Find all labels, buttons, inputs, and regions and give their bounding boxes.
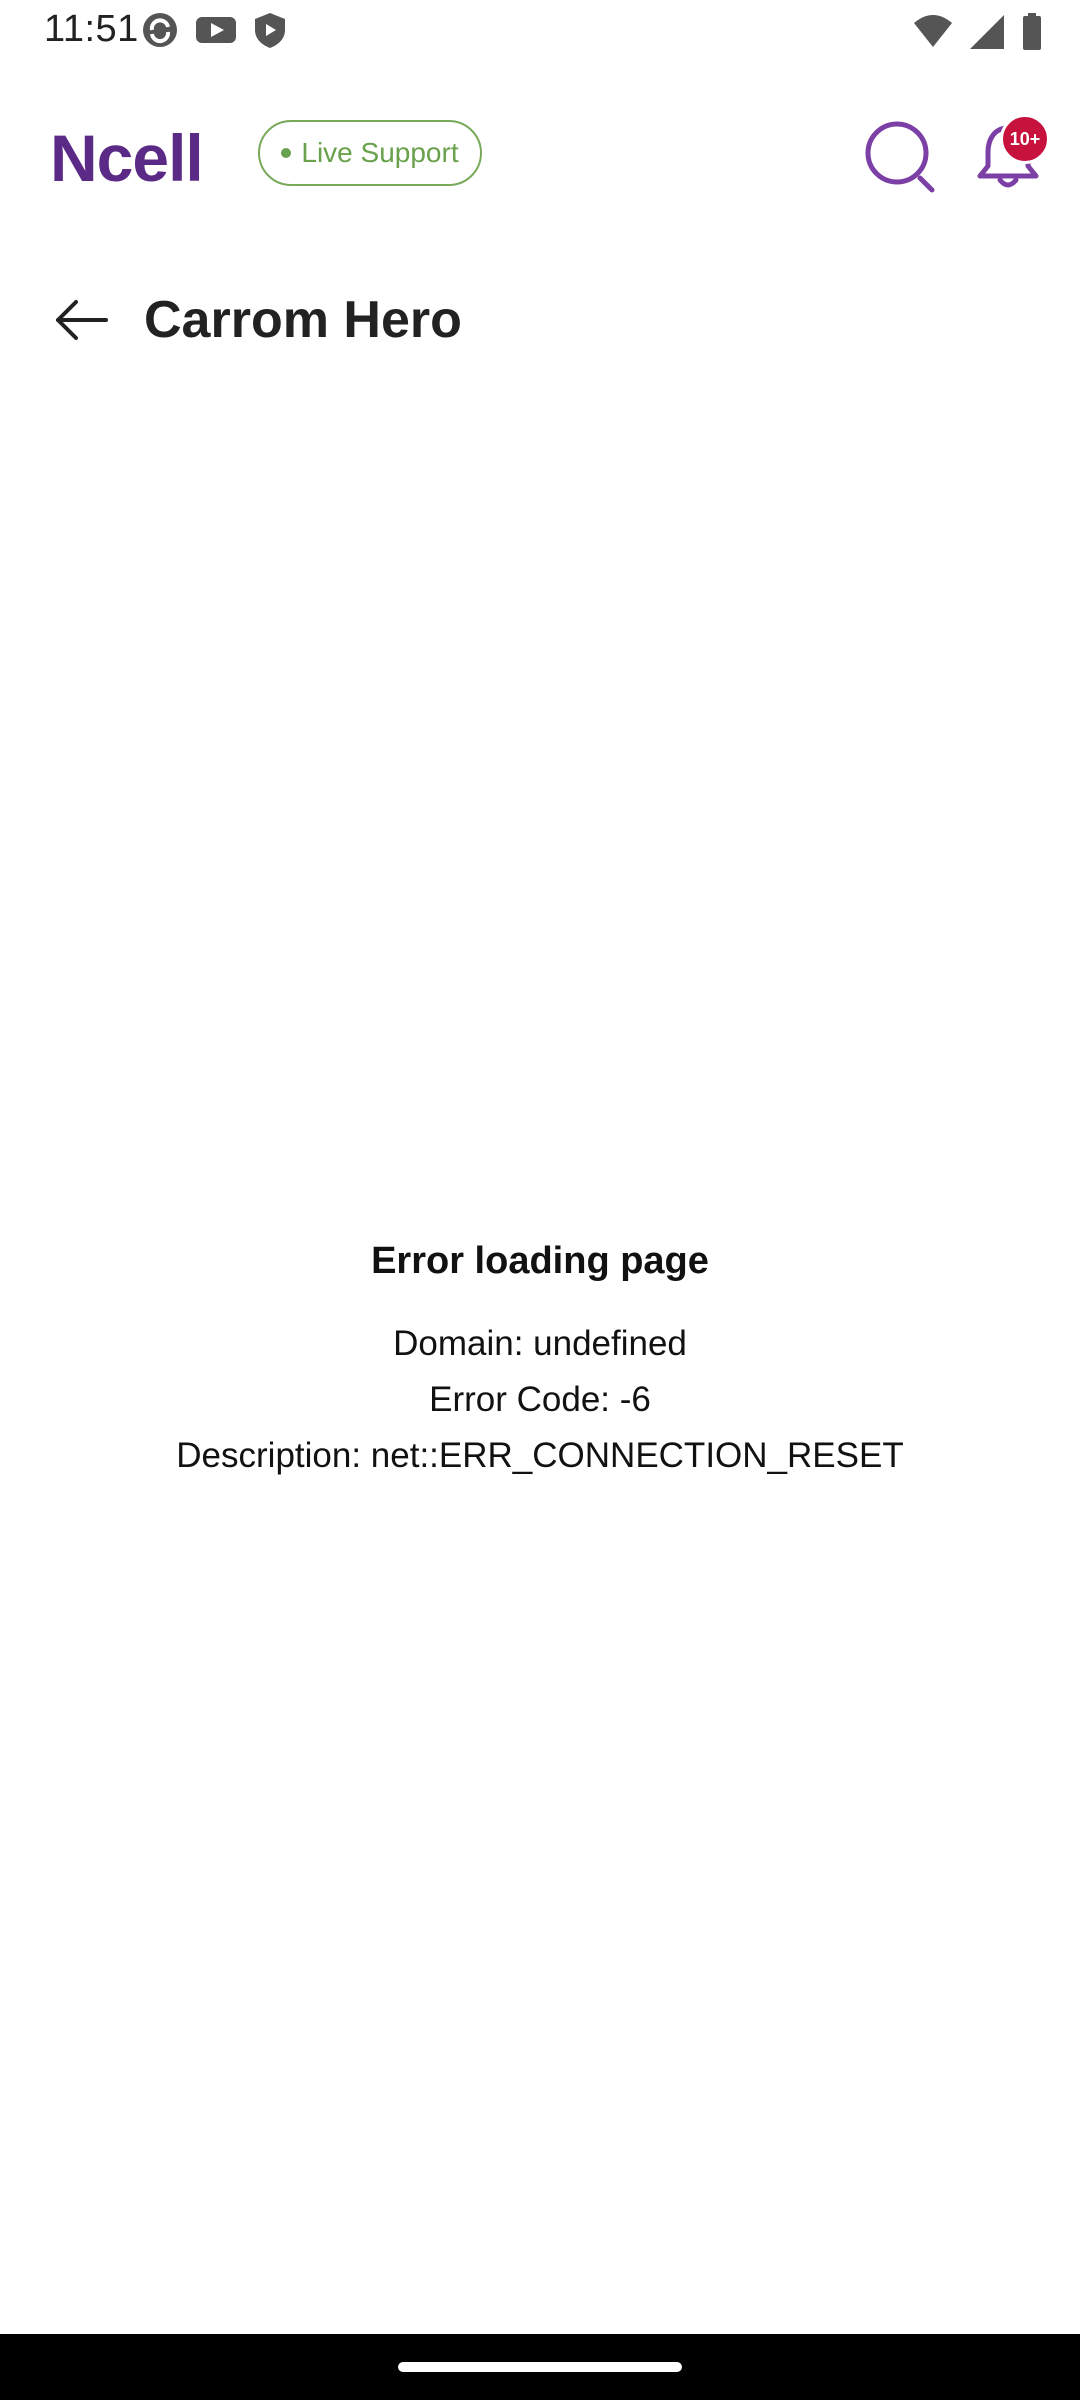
error-domain: Domain: undefined: [393, 1324, 687, 1363]
live-support-button[interactable]: Live Support: [258, 120, 482, 186]
search-icon: [865, 121, 935, 193]
error-message: Error loading page Domain: undefined Err…: [0, 1240, 1080, 1491]
app-header: Ncell Live Support: [0, 100, 1080, 210]
status-icons-left: [140, 10, 288, 55]
status-bar: 11:51: [0, 0, 1080, 62]
sync-icon: [140, 10, 180, 55]
live-indicator-dot: [281, 148, 292, 158]
title-row: Carrom Hero: [0, 270, 1080, 370]
home-indicator[interactable]: [398, 2362, 682, 2372]
back-button[interactable]: [50, 288, 114, 352]
page-title: Carrom Hero: [144, 291, 462, 349]
navigation-bar: [0, 2334, 1080, 2400]
status-time: 11:51: [44, 8, 139, 50]
arrow-left-icon: [56, 300, 108, 340]
error-code: Error Code: -6: [429, 1380, 651, 1419]
battery-icon: [1020, 12, 1044, 57]
error-description: Description: net::ERR_CONNECTION_RESET: [176, 1436, 904, 1475]
status-icons-right: [912, 12, 1044, 57]
notification-badge: 10+: [1000, 114, 1050, 164]
error-title: Error loading page: [371, 1240, 709, 1282]
live-support-label: Live Support: [301, 137, 459, 168]
youtube-icon: [194, 10, 238, 55]
signal-icon: [968, 13, 1006, 56]
search-button[interactable]: [860, 116, 940, 196]
shield-icon: [252, 10, 288, 55]
wifi-icon: [912, 13, 954, 56]
ncell-logo[interactable]: Ncell: [50, 120, 204, 196]
